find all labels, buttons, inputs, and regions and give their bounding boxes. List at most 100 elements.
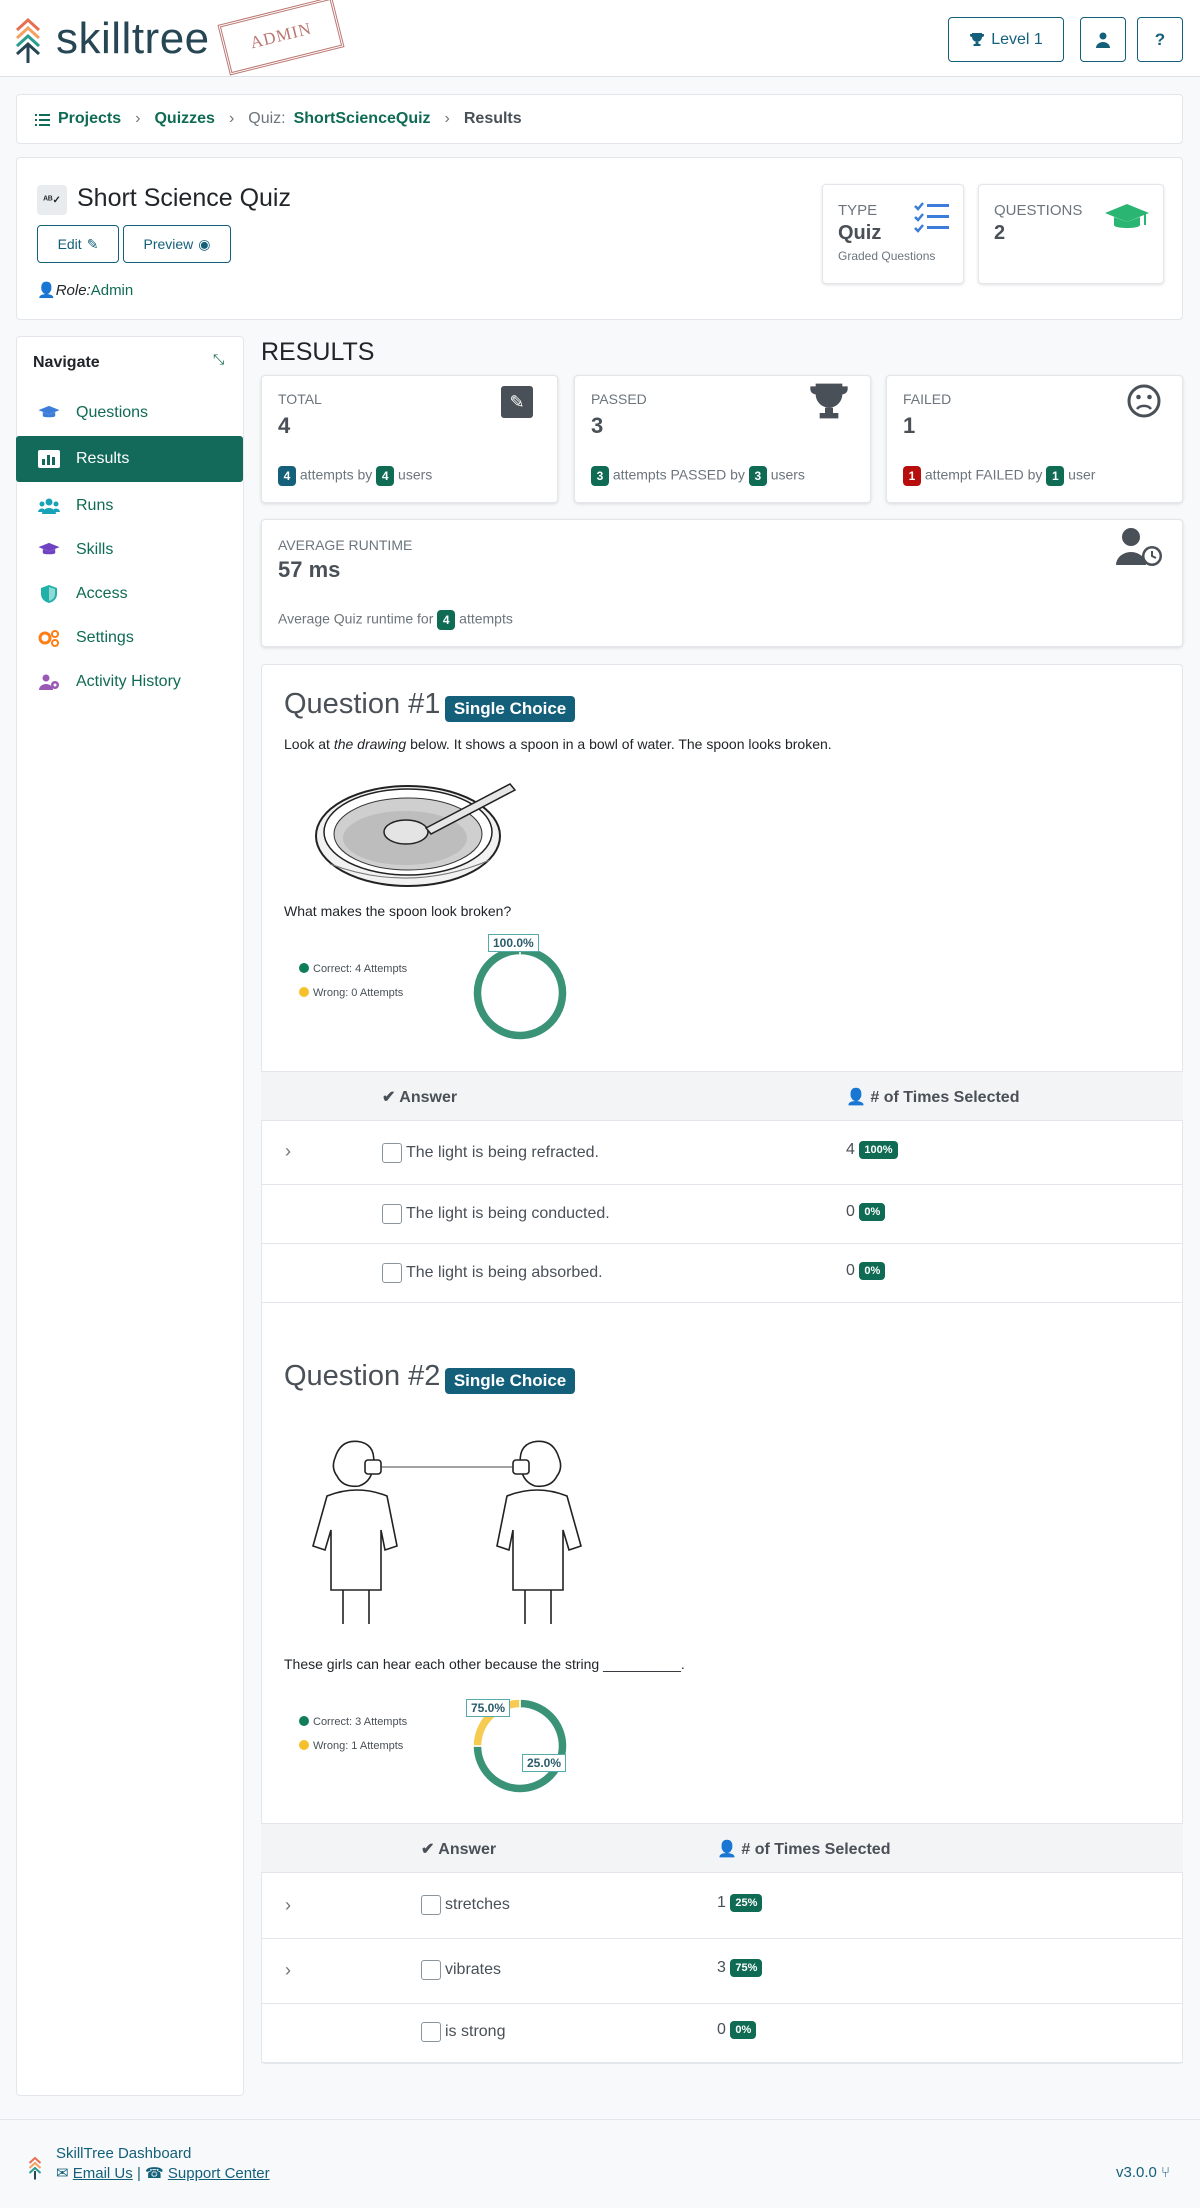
girls-string-phone-image [312,1440,582,1624]
eye-icon: ◉ [198,235,211,252]
answer-text: vibrates [445,1961,502,1979]
app-logo-text[interactable]: skilltree [56,14,210,64]
breadcrumb: Projects › Quizzes › Quiz: ShortScienceQ… [16,94,1183,144]
passed-card: PASSED 3 3 attempts PASSED by 3 users [574,375,871,503]
edit-icon: ✎ [86,235,99,252]
passed-attempts-badge: 3 [591,466,609,486]
chart-correct-pct: 100.0% [488,934,539,952]
total-value: 4 [278,413,291,438]
times-selected-column-header: 👤 # of Times Selected [717,1839,890,1859]
footer-title: SkillTree Dashboard [56,2145,192,2162]
user-cog-icon: 👤 [37,282,56,299]
trophy-icon [970,33,985,46]
type-sub: Graded Questions [838,249,936,263]
percent-badge: 0% [859,1203,886,1221]
sidebar-item-skills[interactable]: Skills [16,527,243,573]
question-1-table-header: ✔ Answer 👤 # of Times Selected [261,1071,1183,1121]
chart-icon [38,450,60,468]
answer-cell: The light is being refracted. [382,1143,599,1163]
chevron-right-icon[interactable]: › [285,1141,291,1162]
runtime-attempts-badge: 4 [437,610,456,630]
chevron-right-icon: › [135,110,141,127]
passed-summary-text: users [770,466,805,483]
answer-cell: is strong [421,2022,505,2042]
breadcrumb-projects[interactable]: Projects [58,110,121,128]
user-button[interactable] [1080,17,1126,62]
sidebar-item-questions[interactable]: Questions [16,390,243,436]
question-2-table-header: ✔ Answer 👤 # of Times Selected [261,1823,1183,1873]
question-title: Question #2 [284,1360,441,1392]
percent-badge: 0% [859,1262,886,1280]
percent-badge: 25% [730,1894,763,1912]
sidebar-item-results[interactable]: Results [16,436,243,482]
quiz-header-card: ᴬᴮ✓ Short Science Quiz Edit ✎ Preview ◉ … [16,157,1183,320]
edit-button[interactable]: Edit ✎ [37,225,119,263]
failed-value: 1 [903,413,916,438]
level-label: Level 1 [991,30,1043,48]
answer-column-header: ✔ Answer [421,1839,496,1859]
type-label: TYPE [838,202,878,219]
sidebar-item-access[interactable]: Access [16,571,243,617]
support-link[interactable]: Support Center [168,2165,270,2182]
failed-card: FAILED 1 1 attempt FAILED by 1 user [886,375,1183,503]
level-button[interactable]: Level 1 [948,17,1064,62]
page-footer: SkillTree Dashboard ✉ Email Us | ☎ Suppo… [0,2119,1200,2208]
version-label: v3.0.0 ⑂ [1116,2164,1170,2181]
failed-summary-text: attempt FAILED by [924,466,1043,483]
pencil-icon: ✎ [501,386,533,418]
type-value: Quiz [838,222,882,244]
checkbox [421,1895,441,1915]
failed-label: FAILED [903,391,952,407]
count-value: 0 [846,1262,855,1280]
role-value: Admin [90,282,134,299]
table-row: › stretches 1 25% [261,1875,1183,1939]
breadcrumb-quizzes[interactable]: Quizzes [154,110,214,128]
sidebar-item-runs[interactable]: Runs [16,483,243,529]
skilltree-logo-icon [28,2156,42,2180]
users-cog-icon [39,674,59,690]
table-row: › The light is being refracted. 4 100% [261,1123,1183,1185]
breadcrumb-quiz-prefix: Quiz: [248,110,286,127]
sidebar-item-activity-history[interactable]: Activity History [16,659,243,705]
chevron-right-icon[interactable]: › [285,1895,291,1916]
check-double-icon: ✔ [421,1841,435,1858]
quiz-title: Short Science Quiz [77,184,291,212]
collapse-icon[interactable]: ⤡ [213,351,224,368]
chevron-right-icon: › [228,110,235,127]
sidebar-item-label: Skills [76,541,114,558]
intro-emphasis: the drawing [333,736,407,752]
chevron-right-icon[interactable]: › [285,1960,291,1981]
runtime-label: AVERAGE RUNTIME [278,537,413,553]
users-icon [38,498,60,514]
count-cell: 0 0% [717,2021,757,2039]
count-value: 0 [846,1203,855,1221]
shield-icon [41,585,57,603]
question-title: Question #1 [284,688,441,720]
total-summary-text: attempts by [299,466,373,483]
question-2-header: Question #2 Single Choice [284,1360,576,1394]
passed-value: 3 [591,413,604,438]
table-row: › vibrates 3 75% [261,1940,1183,2004]
question-2-prompt: These girls can hear each other because … [284,1656,685,1672]
legend-dot [299,987,309,997]
sidebar-item-label: Activity History [76,673,181,690]
intro-text: Look at [284,736,334,752]
user-clock-icon [1116,528,1162,566]
breadcrumb-quiz-name[interactable]: ShortScienceQuiz [294,110,431,128]
preview-label: Preview [143,236,194,252]
question-type-badge: Single Choice [444,1367,576,1394]
sidebar-item-settings[interactable]: Settings [16,615,243,661]
table-row: The light is being absorbed. 0 0% [261,1245,1183,1303]
help-button[interactable]: ? [1137,17,1183,62]
preview-button[interactable]: Preview ◉ [123,225,231,263]
total-users-badge: 4 [376,466,395,486]
graduation-cap-icon [38,405,60,418]
role-line: 👤Role:Admin [37,281,133,299]
count-cell: 1 25% [717,1894,763,1912]
legend-correct: Correct: 4 Attempts [299,963,407,975]
question-1-prompt: What makes the spoon look broken? [284,903,512,919]
passed-users-badge: 3 [748,466,767,486]
checkbox [382,1143,402,1163]
passed-label: PASSED [591,391,647,407]
email-link[interactable]: Email Us [73,2165,133,2182]
